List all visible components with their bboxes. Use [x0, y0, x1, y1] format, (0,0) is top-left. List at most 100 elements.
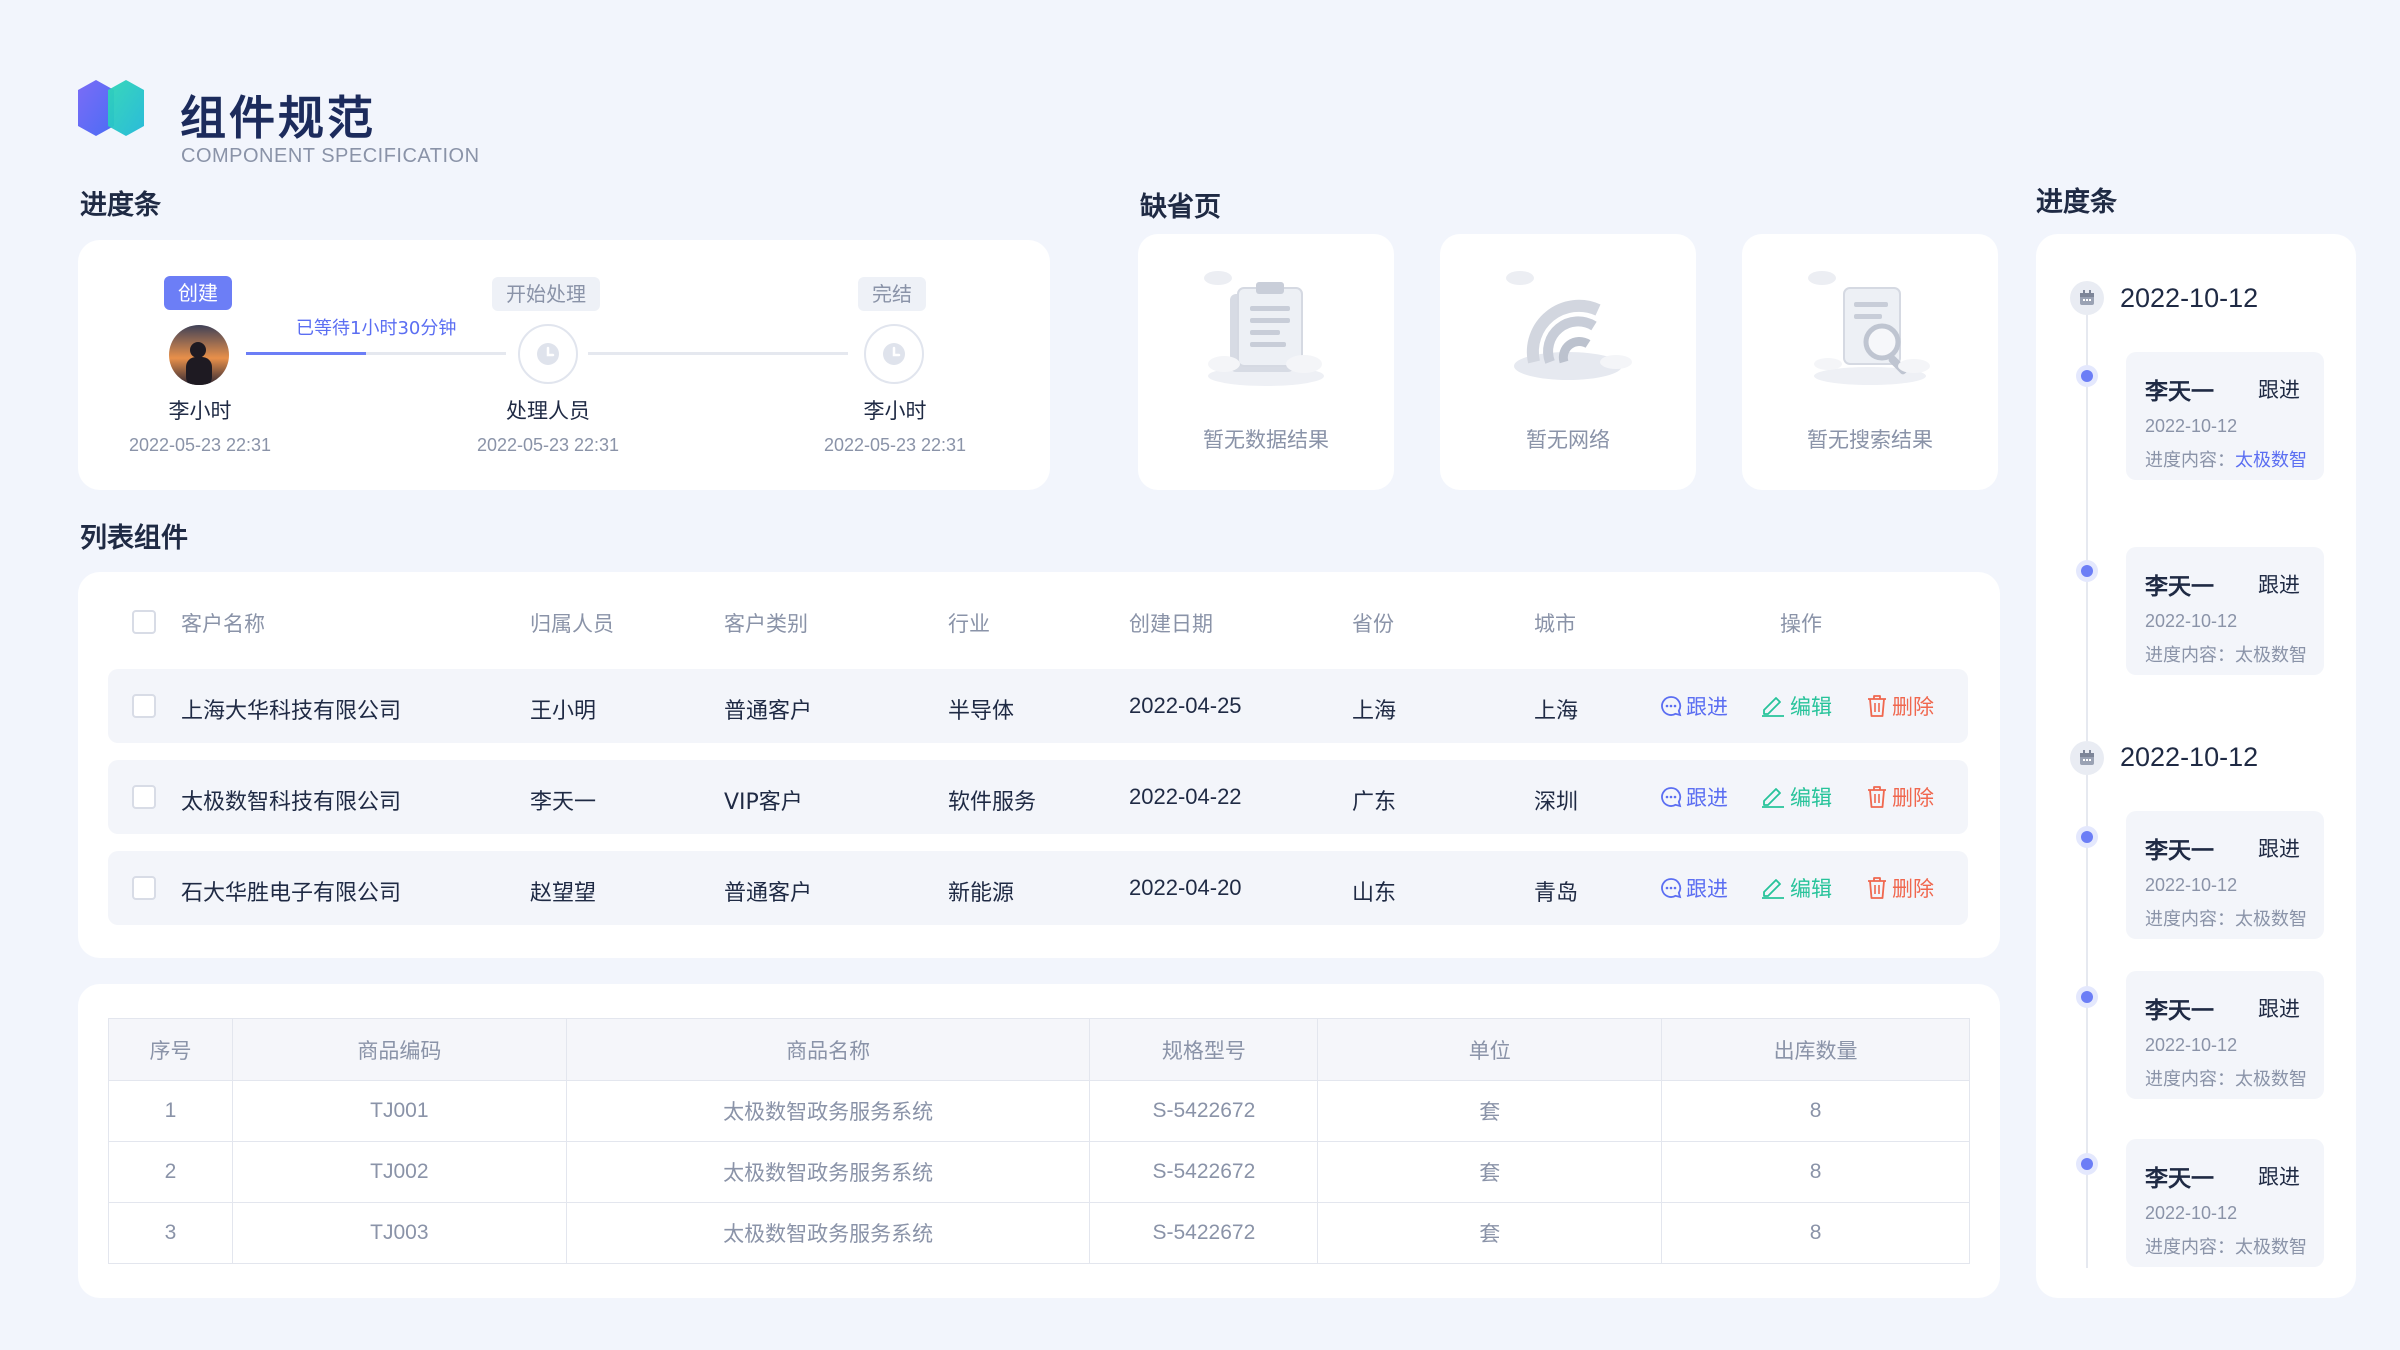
goods-quantity: 8 [1661, 1202, 1970, 1264]
follow-button[interactable]: 跟进 [1660, 782, 1728, 812]
goods-quantity: 8 [1661, 1141, 1970, 1203]
row-checkbox[interactable] [132, 785, 156, 809]
delete-button[interactable]: 删除 [1866, 873, 1934, 903]
logo-icon [78, 80, 144, 136]
timeline-date: 2022-10-12 [2120, 283, 2259, 313]
select-all-checkbox[interactable] [132, 610, 156, 634]
city: 深圳 [1534, 790, 1579, 815]
section-title-empty: 缺省页 [1140, 192, 1221, 223]
step-tag-processing: 开始处理 [492, 277, 600, 311]
empty-state-no-network: 暂无网络 [1440, 234, 1696, 490]
search-document-icon [1808, 271, 1930, 385]
step-pending-circle [518, 324, 578, 384]
follow-button[interactable]: 跟进 [1660, 691, 1728, 721]
clock-icon [883, 343, 905, 365]
province: 山东 [1352, 881, 1397, 906]
customer-name: 太极数智科技有限公司 [181, 790, 402, 815]
row-index: 3 [108, 1202, 233, 1264]
timeline-action: 跟进 [2258, 1165, 2300, 1189]
timeline-person: 李天一 [2145, 1166, 2214, 1192]
column-header: 客户名称 [181, 612, 265, 636]
clipboard-icon [1204, 271, 1324, 386]
step-tag-create: 创建 [164, 276, 232, 310]
timeline-dot [2081, 831, 2093, 843]
edit-pen-icon [1762, 788, 1784, 808]
timeline-item: 李天一 跟进 2022-10-12 进度内容：太极数智 [2126, 547, 2324, 675]
goods-header-row: 序号 商品编码 商品名称 规格型号 单位 出库数量 [108, 1018, 1970, 1081]
step-person-name: 李小时 [168, 399, 232, 423]
table-row: 太极数智科技有限公司 李天一 VIP客户 软件服务 2022-04-22 广东 … [108, 760, 1968, 834]
industry: 软件服务 [948, 790, 1037, 815]
created-date: 2022-04-25 [1129, 693, 1242, 718]
goods-unit: 套 [1317, 1202, 1663, 1264]
row-checkbox[interactable] [132, 694, 156, 718]
edit-pen-icon [1762, 879, 1784, 899]
steps-card: 创建 开始处理 完结 已等待1小时30分钟 李小时 处理人员 李小时 2022-… [78, 240, 1050, 490]
timeline-content: 进度内容：太极数智 [2145, 450, 2307, 471]
province: 广东 [1352, 790, 1397, 815]
goods-spec: S-5422672 [1089, 1141, 1319, 1203]
city: 青岛 [1534, 881, 1579, 906]
goods-spec: S-5422672 [1089, 1202, 1319, 1264]
follow-button[interactable]: 跟进 [1660, 873, 1728, 903]
step-tag-complete: 完结 [858, 277, 926, 311]
step-person-name: 李小时 [863, 399, 927, 423]
table-row: 石大华胜电子有限公司 赵望望 普通客户 新能源 2022-04-20 山东 青岛… [108, 851, 1968, 925]
empty-state-label: 暂无搜索结果 [1807, 428, 1933, 452]
wait-duration-text: 已等待1小时30分钟 [296, 318, 457, 339]
chat-icon [1661, 696, 1682, 717]
goods-spec: S-5422672 [1089, 1080, 1319, 1142]
edit-button[interactable]: 编辑 [1760, 691, 1832, 721]
table-row: 1 TJ001 太极数智政务服务系统 S-5422672 套 8 [108, 1080, 1970, 1142]
page-subtitle: COMPONENT SPECIFICATION [181, 145, 480, 167]
trash-icon [1868, 695, 1886, 717]
timeline-content: 进度内容：太极数智 [2145, 1069, 2307, 1090]
timeline-item: 李天一 跟进 2022-10-12 进度内容：太极数智 [2126, 971, 2324, 1099]
timeline-dot [2081, 991, 2093, 1003]
timeline-action: 跟进 [2258, 573, 2300, 597]
customer-type: VIP客户 [724, 790, 803, 815]
timeline-dot [2081, 565, 2093, 577]
step-person-name: 处理人员 [506, 399, 590, 423]
timeline-action: 跟进 [2258, 997, 2300, 1021]
timeline-item: 李天一 跟进 2022-10-12 进度内容：太极数智 [2126, 1139, 2324, 1267]
timeline-item: 李天一 跟进 2022-10-12 进度内容：太极数智 [2126, 811, 2324, 939]
row-checkbox[interactable] [132, 876, 156, 900]
column-header: 序号 [108, 1018, 233, 1081]
step-connector-progress [246, 352, 366, 355]
column-header: 创建日期 [1129, 612, 1213, 636]
timeline-content: 进度内容：太极数智 [2145, 909, 2307, 930]
empty-state-no-search: 暂无搜索结果 [1742, 234, 1998, 490]
delete-button[interactable]: 删除 [1866, 691, 1934, 721]
column-header: 城市 [1534, 612, 1576, 636]
table-row: 3 TJ003 太极数智政务服务系统 S-5422672 套 8 [108, 1202, 1970, 1264]
timeline-person: 李天一 [2145, 998, 2214, 1024]
chat-icon [1661, 878, 1682, 899]
column-header: 商品编码 [231, 1018, 567, 1081]
customer-type: 普通客户 [724, 881, 813, 906]
timeline-action: 跟进 [2258, 378, 2300, 402]
step-connector [588, 352, 848, 355]
timeline-dot [2081, 370, 2093, 382]
delete-button[interactable]: 删除 [1866, 782, 1934, 812]
column-header: 操作 [1780, 612, 1822, 636]
edit-button[interactable]: 编辑 [1760, 782, 1832, 812]
step-time: 2022-05-23 22:31 [476, 435, 620, 455]
customer-name: 上海大华科技有限公司 [181, 699, 402, 724]
timeline-person: 李天一 [2145, 574, 2214, 600]
owner: 王小明 [530, 699, 597, 724]
timeline-person: 李天一 [2145, 838, 2214, 864]
timeline-time: 2022-10-12 [2145, 1035, 2238, 1055]
edit-button[interactable]: 编辑 [1760, 873, 1832, 903]
goods-code: TJ002 [231, 1141, 567, 1203]
step-pending-circle [864, 324, 924, 384]
timeline-dot [2081, 1158, 2093, 1170]
goods-code: TJ003 [231, 1202, 567, 1264]
timeline-item: 李天一 跟进 2022-10-12 进度内容：太极数智 [2126, 352, 2324, 480]
created-date: 2022-04-22 [1129, 784, 1242, 809]
goods-unit: 套 [1317, 1080, 1663, 1142]
table-row: 2 TJ002 太极数智政务服务系统 S-5422672 套 8 [108, 1141, 1970, 1203]
empty-state-label: 暂无数据结果 [1203, 428, 1329, 452]
edit-pen-icon [1762, 697, 1784, 717]
row-index: 1 [108, 1080, 233, 1142]
